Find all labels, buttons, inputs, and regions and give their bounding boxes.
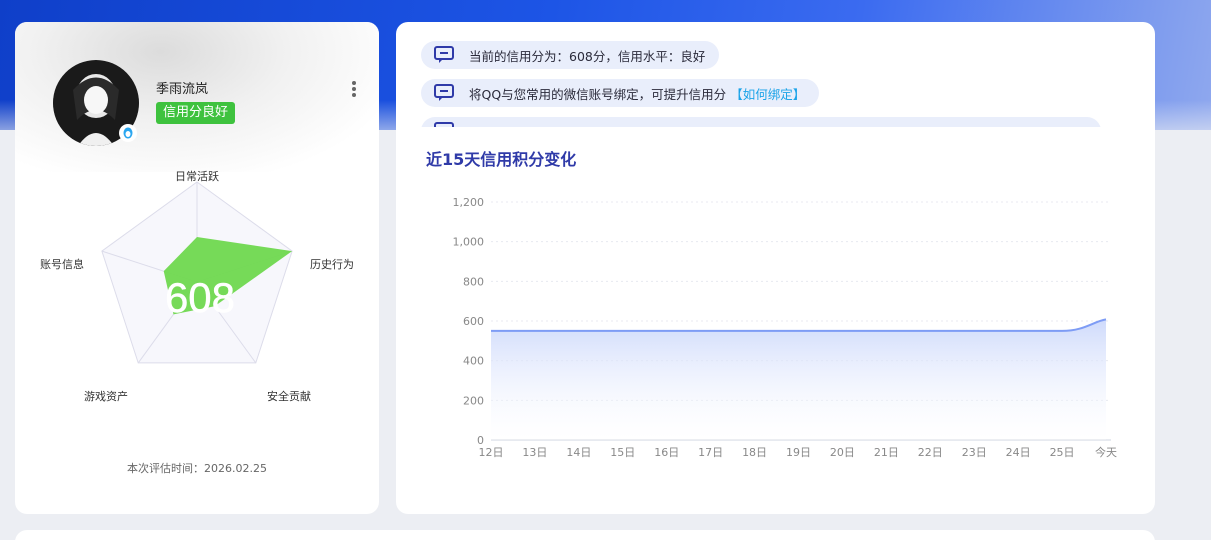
x-tick-label: 18日: [742, 446, 767, 459]
x-tick-label: 25日: [1050, 446, 1075, 459]
bottom-card: [15, 530, 1155, 540]
x-tick-label: 21日: [874, 446, 899, 459]
how-to-bind-link[interactable]: 【如何绑定】: [730, 84, 805, 103]
profile-card: 季雨流岚 信用分良好 608 日常活跃 历史行为 安全贡献 游戏资产 账号信息 …: [15, 22, 379, 514]
y-tick-label: 200: [463, 394, 484, 407]
radar-label-top: 日常活跃: [175, 169, 219, 183]
x-tick-label: 20日: [830, 446, 855, 459]
tip-text: 当前的信用分为：608分，信用水平：良好: [469, 48, 706, 64]
x-tick-label: 16日: [654, 446, 679, 459]
y-tick-label: 600: [463, 315, 484, 328]
tip-item-score: 当前的信用分为：608分，信用水平：良好: [421, 41, 720, 69]
x-tick-label: 今天: [1095, 445, 1117, 459]
credit-chart-card: 当前的信用分为：608分，信用水平：良好 将QQ与您常用的微信账号绑定，可提升信…: [396, 22, 1155, 514]
message-icon: [434, 84, 454, 101]
tips-list: 当前的信用分为：608分，信用水平：良好 将QQ与您常用的微信账号绑定，可提升信…: [396, 22, 1155, 127]
x-tick-label: 19日: [786, 446, 811, 459]
radar-label-bottom-left: 游戏资产: [84, 389, 128, 403]
tip-text: 将QQ与您常用的微信账号绑定，可提升信用分: [469, 86, 727, 102]
radar-score-value: 608: [165, 274, 235, 321]
evaluation-time: 本次评估时间：2026.02.25: [127, 462, 267, 475]
y-tick-label: 800: [463, 275, 484, 288]
radar-label-left: 账号信息: [40, 257, 84, 271]
message-icon: [434, 46, 454, 63]
credit-level-badge: 信用分良好: [156, 102, 236, 124]
y-tick-label: 400: [463, 355, 484, 368]
x-tick-label: 22日: [918, 446, 943, 459]
x-tick-label: 13日: [522, 446, 547, 459]
score-area-fill: [491, 319, 1106, 440]
more-options-icon[interactable]: [345, 79, 363, 101]
x-tick-label: 23日: [962, 446, 987, 459]
x-tick-label: 14日: [566, 446, 591, 459]
tip-item-bind: 将QQ与您常用的微信账号绑定，可提升信用分 【如何绑定】: [421, 79, 820, 107]
qq-penguin-icon: [119, 124, 137, 142]
chart-title: 近15天信用积分变化: [426, 150, 577, 169]
score-line: [491, 318, 1107, 332]
radar-chart: 608 日常活跃 历史行为 安全贡献 游戏资产 账号信息: [40, 169, 354, 403]
credit-score-line-chart: 02004006008001,0001,200 12日 13日 14日 15日 16日 1…: [453, 196, 1118, 459]
x-tick-label: 17日: [698, 446, 723, 459]
x-tick-label: 15日: [610, 446, 635, 459]
y-tick-label: 1,200: [453, 196, 485, 209]
x-tick-label: 12日: [479, 446, 504, 459]
radar-label-bottom-right: 安全贡献: [267, 389, 311, 403]
message-icon: [434, 122, 454, 127]
username: 季雨流岚: [156, 82, 209, 97]
radar-label-right: 历史行为: [310, 258, 354, 271]
y-tick-label: 1,000: [453, 236, 485, 249]
x-tick-label: 24日: [1006, 446, 1031, 459]
tip-item-hidden: [421, 117, 1101, 127]
